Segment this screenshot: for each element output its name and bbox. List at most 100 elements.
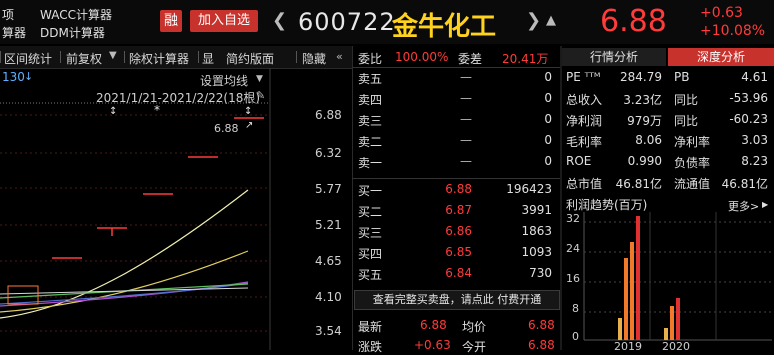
tab-deep-analysis[interactable]: 深度分析 <box>668 48 774 66</box>
pin-icon[interactable]: ✎ <box>256 89 265 102</box>
metric-value: 46.81亿 <box>615 177 662 191</box>
ask-price: — <box>460 91 472 105</box>
divider <box>296 51 297 63</box>
open-label: 今开 <box>462 340 487 354</box>
metric-value: 8.06 <box>635 133 662 147</box>
ask-price: — <box>460 133 472 147</box>
y-tick-label: 3.54 <box>315 324 342 338</box>
next-stock-icon[interactable]: ❯ <box>526 10 541 31</box>
metric-value: 284.79 <box>620 70 662 84</box>
metric-label: 毛利率 <box>566 135 603 149</box>
divider <box>352 67 560 68</box>
current-price: 6.88 <box>600 4 667 39</box>
svg-text:↕: ↕ <box>244 106 252 117</box>
kline-chart[interactable]: ↕ * ↕ ↗ <box>0 68 352 350</box>
menu-item-left-top[interactable]: 项 <box>2 6 14 23</box>
wacc-calculator-link[interactable]: WACC计算器 <box>40 6 112 23</box>
profit-trend-chart <box>562 212 774 350</box>
metric-value: 8.23 <box>741 154 768 168</box>
margin-trading-badge[interactable]: 融 <box>160 10 182 32</box>
ask-row[interactable]: 卖三 — 0 <box>352 112 560 132</box>
metric-label: 总市值 <box>566 177 603 191</box>
bid-price: 6.85 <box>445 245 472 259</box>
simple-layout-button[interactable]: 简约版面 <box>226 50 274 67</box>
metric-value: 979万 <box>627 114 662 128</box>
bid-price: 6.84 <box>445 266 472 280</box>
y-tick-label: 4.65 <box>315 254 342 268</box>
bid-row[interactable]: 买五 6.84 730 <box>352 266 560 286</box>
divider <box>198 51 199 63</box>
hide-button[interactable]: 隐藏 <box>302 50 326 67</box>
add-to-watchlist-button[interactable]: 加入自选 <box>190 10 258 32</box>
bid-list: 买一 6.88 196423 买二 6.87 3991 买三 6.86 1863… <box>352 182 560 287</box>
ask-price: — <box>460 112 472 126</box>
ask-price: — <box>460 70 472 84</box>
stock-code: 600722 <box>298 8 396 36</box>
metric-label: ROE <box>566 154 592 168</box>
metric-value: 46.81亿 <box>721 177 768 191</box>
svg-text:↗: ↗ <box>245 120 253 131</box>
y-tick-label: 6.32 <box>315 146 342 160</box>
price-change-block: +0.63 +10.08% <box>700 4 765 40</box>
metric-value: -60.23 <box>729 112 768 126</box>
ask-row[interactable]: 卖五 — 0 <box>352 70 560 90</box>
change-label: 涨跌 <box>358 340 383 354</box>
chevron-down-icon[interactable]: ▼ <box>109 50 117 61</box>
svg-text:↕: ↕ <box>109 106 117 117</box>
bid-row[interactable]: 买四 6.85 1093 <box>352 245 560 265</box>
ddm-calculator-link[interactable]: DDM计算器 <box>40 24 105 41</box>
divider <box>352 178 560 179</box>
divider <box>60 51 61 63</box>
display-button[interactable]: 显 <box>202 50 214 67</box>
ask-row[interactable]: 卖一 — 0 <box>352 154 560 174</box>
stock-name: 金牛化工 <box>392 12 497 42</box>
prev-stock-icon[interactable]: ❮ <box>272 10 287 31</box>
y-tick-label: 4.10 <box>315 290 342 304</box>
fundamental-row: 毛利率 8.06 净利率 3.03 <box>566 133 772 151</box>
metric-value: 3.03 <box>741 133 768 147</box>
ma-settings-button[interactable]: 设置均线 <box>200 72 248 89</box>
bid-row[interactable]: 买三 6.86 1863 <box>352 224 560 244</box>
metric-label: 同比 <box>674 93 699 107</box>
bid-label: 买二 <box>358 205 383 219</box>
metric-value: -53.96 <box>729 91 768 105</box>
bid-row[interactable]: 买一 6.88 196423 <box>352 182 560 202</box>
bid-label: 买三 <box>358 226 383 240</box>
bell-icon[interactable]: ▲ <box>546 13 556 28</box>
full-orderbook-upgrade-link[interactable]: 查看完整买卖盘，请点此 付费开通 <box>354 290 560 310</box>
ask-volume: 0 <box>544 70 552 84</box>
bid-volume: 1093 <box>521 245 552 259</box>
y-tick-label: 5.77 <box>315 182 342 196</box>
y-tick-label: 6.88 <box>315 108 342 122</box>
tab-market-analysis[interactable]: 行情分析 <box>562 48 666 66</box>
forward-adjust-button[interactable]: 前复权 <box>66 50 102 67</box>
profit-x-tick: 2019 <box>614 340 642 353</box>
metric-value: 3.23亿 <box>623 93 662 107</box>
fundamental-row: ROE 0.990 负债率 8.23 <box>566 154 772 172</box>
metric-label: PB <box>674 70 690 84</box>
chevron-down-icon[interactable]: ▼ <box>256 74 263 84</box>
expand-icon[interactable]: « <box>336 50 343 63</box>
caret-right-icon[interactable]: ▶ <box>762 200 768 209</box>
ask-row[interactable]: 卖四 — 0 <box>352 91 560 111</box>
ex-rights-calculator-button[interactable]: 除权计算器 <box>129 50 189 67</box>
weicha-value: 20.41万 <box>502 52 549 66</box>
bid-volume: 196423 <box>506 182 552 196</box>
bid-row[interactable]: 买二 6.87 3991 <box>352 203 560 223</box>
ask-label: 卖五 <box>358 72 383 86</box>
bid-label: 买五 <box>358 268 383 282</box>
profit-y-tick: 16 <box>566 272 580 285</box>
weibi-label: 委比 <box>358 52 383 66</box>
menu-item-left-bottom[interactable]: 算器 <box>2 24 26 41</box>
date-range-label: 2021/1/21-2021/2/22(18根) <box>96 91 261 105</box>
corner-value: 130 <box>2 70 25 84</box>
interval-stats-button[interactable]: 区间统计 <box>4 50 52 67</box>
ask-volume: 0 <box>544 112 552 126</box>
profit-y-tick: 32 <box>566 212 580 225</box>
latest-value: 6.88 <box>420 318 447 332</box>
weibi-value: 100.00% <box>395 50 449 64</box>
metric-value: 4.61 <box>741 70 768 84</box>
metric-label: 负债率 <box>674 156 711 170</box>
ask-volume: 0 <box>544 154 552 168</box>
ask-row[interactable]: 卖二 — 0 <box>352 133 560 153</box>
